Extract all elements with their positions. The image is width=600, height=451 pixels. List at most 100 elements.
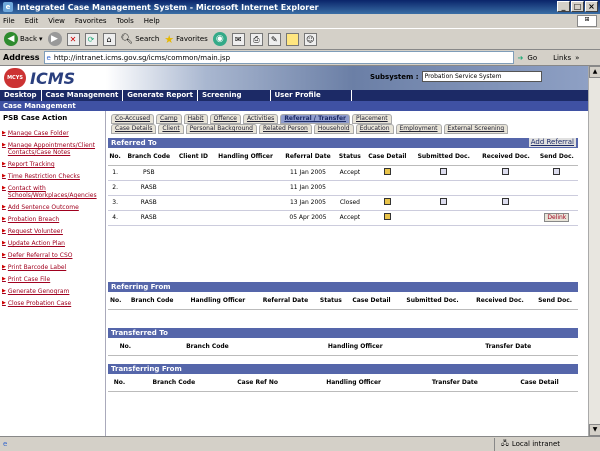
sidebar-link[interactable]: ▶ Report Tracking [0, 161, 105, 168]
home-button[interactable]: ⌂ [102, 32, 116, 46]
toolbar: ◀ Back ▾ ▶ ✕ ⟳ ⌂ 🔍︎ Search ★ Favorites ◉ ✉ ⎙… [0, 28, 600, 50]
tab-item[interactable]: Offence [209, 114, 241, 124]
sidebar-link[interactable]: ▶ Contact with Schools/Workplaces/Agencie… [0, 185, 105, 199]
sidebar-link[interactable]: ▶ Time Restriction Checks [0, 173, 105, 180]
document-icon[interactable] [502, 198, 510, 205]
mail-button[interactable]: ✉ [231, 32, 245, 46]
column-header: Send Doc. [535, 148, 578, 166]
menu-favorites[interactable]: Favorites [75, 17, 107, 25]
column-header: Send Doc. [532, 292, 578, 310]
close-button[interactable]: × [585, 1, 598, 12]
section-title: Transferred To [108, 328, 578, 338]
sidebar-link[interactable]: ▶ Probation Breach [0, 216, 105, 223]
case-detail-icon[interactable] [383, 168, 391, 175]
sidebar-link-label: Defer Referral to CSO [7, 252, 73, 259]
tab-item[interactable]: Referral / Transfer [280, 114, 350, 124]
document-icon[interactable] [502, 168, 510, 175]
table-cell: RASB [122, 180, 176, 196]
go-button[interactable]: Go [527, 54, 537, 62]
title-bar: e Integrated Case Management System - Mi… [0, 0, 600, 14]
add-referral-button[interactable]: Add Referral [528, 138, 576, 147]
sidebar-link-label: Request Volunteer [7, 228, 63, 235]
delink-button[interactable]: Delink [544, 213, 570, 222]
refresh-button[interactable]: ⟳ [84, 32, 98, 46]
table-cell [363, 165, 412, 181]
column-header: No. [108, 292, 124, 310]
favorites-button[interactable]: ★ Favorites [164, 33, 208, 46]
maximize-button[interactable]: □ [571, 1, 584, 12]
document-icon[interactable] [440, 198, 448, 205]
tab-item[interactable]: Household [313, 124, 354, 134]
messenger-button[interactable]: ☺ [303, 32, 317, 46]
sidebar-link-label: Time Restriction Checks [7, 173, 80, 180]
search-button[interactable]: 🔍︎ Search [121, 34, 160, 45]
tab-item[interactable]: External Screening [443, 124, 509, 134]
forward-button[interactable]: ▶ [47, 32, 62, 46]
folder-button[interactable] [285, 32, 299, 46]
menu-file[interactable]: File [3, 17, 15, 25]
sidebar-link[interactable]: ▶ Manage Case Folder [0, 130, 105, 137]
triangle-icon: ▶ [2, 264, 6, 270]
column-header: Case Detail [501, 374, 578, 392]
scroll-up-arrow[interactable]: ▲ [589, 66, 600, 78]
tab-item[interactable]: Habit [183, 114, 208, 124]
column-header: Referral Date [254, 292, 317, 310]
column-header: Status [316, 292, 346, 310]
tab-item[interactable]: Co-Accused [111, 114, 155, 124]
document-icon[interactable] [440, 168, 448, 175]
sidebar-link[interactable]: ▶ Close Probation Case [0, 300, 105, 307]
case-detail-icon[interactable] [383, 213, 391, 220]
tab-item[interactable]: Employment [395, 124, 442, 134]
address-input[interactable]: e http://intranet.icms.gov.sg/icms/commo… [43, 51, 514, 64]
nav-generate-report[interactable]: Generate Report [123, 90, 198, 101]
tab-item[interactable]: Placement [352, 114, 392, 124]
sidebar-link[interactable]: ▶ Update Action Plan [0, 240, 105, 247]
vertical-scrollbar[interactable]: ▲ ▼ [588, 66, 600, 436]
sidebar-link[interactable]: ▶ Defer Referral to CSO [0, 252, 105, 259]
sidebar-link-label: Manage Case Folder [7, 130, 69, 137]
sidebar: PSB Case Action ▶ Manage Case Folder ▶ Mana… [0, 111, 106, 436]
column-header: Handling Officer [272, 338, 439, 356]
sidebar-link[interactable]: ▶ Request Volunteer [0, 228, 105, 235]
menu-edit[interactable]: Edit [25, 17, 39, 25]
edit-button[interactable]: ✎ [267, 32, 281, 46]
print-button[interactable]: ⎙ [249, 32, 263, 46]
triangle-icon: ▶ [2, 216, 6, 222]
sidebar-link[interactable]: ▶ Print Barcode Label [0, 264, 105, 271]
triangle-icon: ▶ [2, 228, 6, 234]
scroll-down-arrow[interactable]: ▼ [589, 424, 600, 436]
tab-item[interactable]: Client [158, 124, 184, 134]
tab-item[interactable]: Activities [242, 114, 279, 124]
document-icon[interactable] [553, 168, 561, 175]
subsystem-select[interactable]: Probation Service System [421, 71, 542, 82]
sidebar-link[interactable]: ▶ Generate Genogram [0, 288, 105, 295]
stop-button[interactable]: ✕ [66, 32, 80, 46]
nav-screening[interactable]: Screening [198, 90, 271, 101]
tab-item[interactable]: Camp [156, 114, 182, 124]
go-arrow-icon[interactable]: ➜ [518, 54, 524, 62]
tab-item[interactable]: Case Details [111, 124, 157, 134]
tab-item[interactable]: Education [355, 124, 394, 134]
nav-case-management[interactable]: Case Management [42, 90, 124, 101]
column-header: Case Ref No [216, 374, 299, 392]
column-header: Case Detail [345, 292, 398, 310]
minimize-button[interactable]: _ [557, 1, 570, 12]
sidebar-link[interactable]: ▶ Print Case File [0, 276, 105, 283]
media-button[interactable]: ◉ [212, 32, 227, 46]
nav-desktop[interactable]: Desktop [0, 90, 42, 101]
sidebar-link[interactable]: ▶ Manage Appointments/Client Contacts/Cas… [0, 142, 105, 156]
menu-tools[interactable]: Tools [117, 17, 134, 25]
table-cell: RASB [122, 210, 176, 226]
table-cell [476, 165, 536, 181]
nav-user-profile[interactable]: User Profile [271, 90, 352, 101]
menu-help[interactable]: Help [144, 17, 160, 25]
links-button[interactable]: Links [553, 54, 571, 62]
tab-item[interactable]: Related Person [259, 124, 312, 134]
table-cell: RASB [122, 195, 176, 211]
case-detail-icon[interactable] [383, 198, 391, 205]
table-cell: Accept [336, 210, 364, 226]
back-button[interactable]: ◀ Back ▾ [4, 32, 43, 46]
tab-item[interactable]: Personal Background [185, 124, 257, 134]
menu-view[interactable]: View [48, 17, 65, 25]
sidebar-link[interactable]: ▶ Add Sentence Outcome [0, 204, 105, 211]
